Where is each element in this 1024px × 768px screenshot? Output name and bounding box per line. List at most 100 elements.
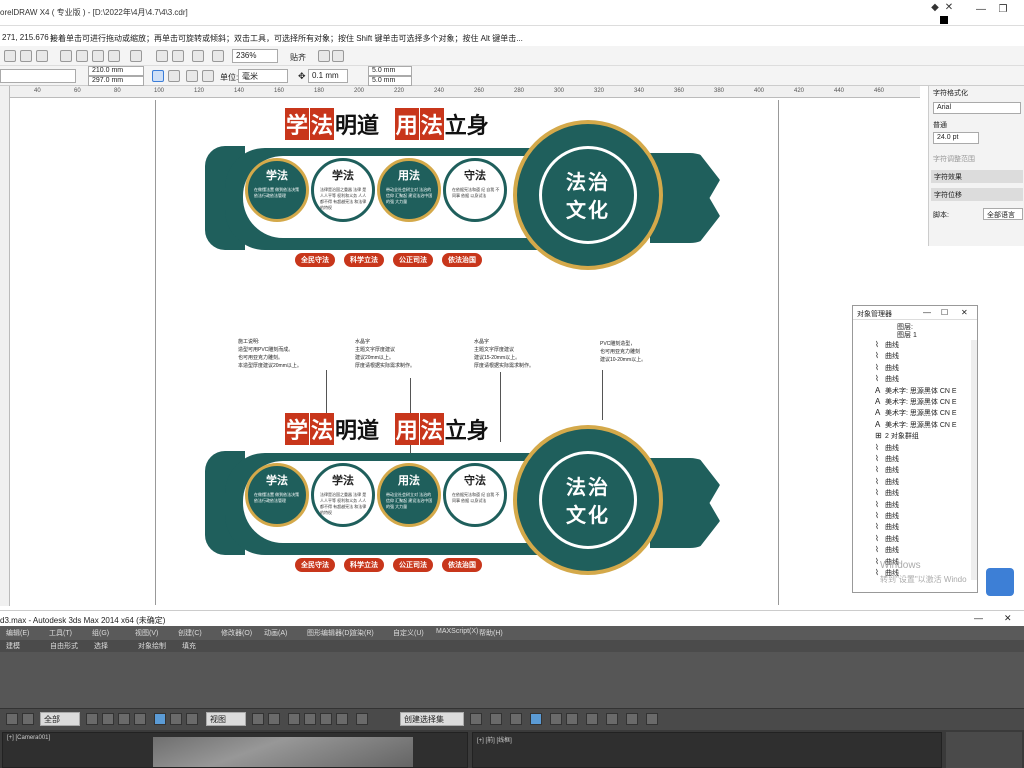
object-list-item[interactable]: ⌇ 曲线 xyxy=(875,500,899,510)
app-launcher-icon[interactable] xyxy=(192,50,204,62)
max-menu-item[interactable]: 编辑(E) xyxy=(6,628,29,638)
spinner-snap-icon[interactable] xyxy=(336,713,348,725)
scrollbar[interactable] xyxy=(971,340,977,580)
landscape-icon[interactable] xyxy=(168,70,180,82)
manipulate-icon[interactable] xyxy=(268,713,280,725)
max-menu-item[interactable]: 帮助(H) xyxy=(479,628,503,638)
viewport-camera[interactable]: [+] [Camera001] xyxy=(2,732,468,768)
bird-logo-icon[interactable] xyxy=(986,568,1014,596)
export-icon[interactable] xyxy=(172,50,184,62)
select-icon[interactable] xyxy=(86,713,98,725)
edit-named-sel-icon[interactable] xyxy=(356,713,368,725)
green-doc-icon[interactable] xyxy=(332,50,344,62)
schematic-icon[interactable] xyxy=(566,713,578,725)
object-list-item[interactable]: A 美术字: 思源黑体 CN E xyxy=(875,408,957,418)
region-icon[interactable] xyxy=(118,713,130,725)
style-label[interactable]: 普通 xyxy=(933,120,947,130)
object-list-item[interactable]: ⌇ 曲线 xyxy=(875,488,899,498)
minimize-icon[interactable]: — xyxy=(923,308,931,317)
import-icon[interactable] xyxy=(156,50,168,62)
copy-icon[interactable] xyxy=(76,50,88,62)
object-list-item[interactable]: ⌇ 曲线 xyxy=(875,454,899,464)
redo-icon[interactable] xyxy=(22,713,34,725)
max-menu-item[interactable]: 动画(A) xyxy=(264,628,287,638)
render-frame-icon[interactable] xyxy=(626,713,638,725)
max-ribbon-tab[interactable]: 建模 xyxy=(6,641,20,651)
render-icon[interactable] xyxy=(646,713,658,725)
vertical-ruler[interactable] xyxy=(0,86,10,606)
duplicate-x-field[interactable]: 5.0 mm xyxy=(368,66,412,76)
layer-1-label[interactable]: 图层 1 xyxy=(897,330,917,340)
max-ribbon-tab[interactable]: 自由形式 xyxy=(50,641,78,651)
mirror-icon[interactable] xyxy=(470,713,482,725)
viewport-front[interactable]: [+] [前] [线框] xyxy=(472,732,942,768)
minimize-button[interactable]: — xyxy=(974,4,988,18)
render-setup-icon[interactable] xyxy=(606,713,618,725)
fill-color-icon[interactable]: ◆ xyxy=(928,2,942,16)
move-icon[interactable] xyxy=(154,713,166,725)
nudge-field[interactable]: 0.1 mm xyxy=(308,69,348,83)
filter-select[interactable]: 全部 xyxy=(40,712,80,726)
banner-design-bottom[interactable]: 学法明道 用法立身 学法 在做懂法置 做到依法决策 依法行政依法管理 学法 法律… xyxy=(205,413,745,583)
welcome-icon[interactable] xyxy=(212,50,224,62)
object-list-item[interactable]: A 美术字: 思源黑体 CN E xyxy=(875,397,957,407)
outline-color-swatch[interactable] xyxy=(940,16,948,24)
scale-icon[interactable] xyxy=(186,713,198,725)
restore-button[interactable]: ❐ xyxy=(996,4,1010,18)
minimize-button[interactable]: — xyxy=(974,613,983,623)
unit-select[interactable]: 毫米 xyxy=(238,69,288,83)
all-pages-icon[interactable] xyxy=(186,70,198,82)
rotate-icon[interactable] xyxy=(170,713,182,725)
max-menu-item[interactable]: 视图(V) xyxy=(135,628,158,638)
object-list-item[interactable]: ⊞ 2 对象群组 xyxy=(875,431,919,441)
close-icon[interactable]: ✕ xyxy=(961,308,968,317)
cut-icon[interactable] xyxy=(60,50,72,62)
pivot-icon[interactable] xyxy=(252,713,264,725)
object-list-item[interactable]: ⌇ 曲线 xyxy=(875,443,899,453)
select-name-icon[interactable] xyxy=(102,713,114,725)
max-ribbon-tab[interactable]: 对象绘制 xyxy=(138,641,166,651)
object-list-item[interactable]: ⌇ 曲线 xyxy=(875,511,899,521)
paste-icon[interactable] xyxy=(92,50,104,62)
max-ribbon-tab[interactable]: 填充 xyxy=(182,641,196,651)
effects-section[interactable]: 字符效果 xyxy=(931,170,1023,183)
save-icon[interactable] xyxy=(36,50,48,62)
horizontal-ruler[interactable]: 40 60 80 100 120 140 160 180 200 220 240 260 280 300 3… xyxy=(10,86,920,98)
selection-set-select[interactable]: 创建选择集 xyxy=(400,712,464,726)
font-size-field[interactable]: 24.0 pt xyxy=(933,132,979,144)
banner-design-top[interactable]: 学法明道 用法立身 学法 在做懂法置 做到依法决策 依法行政依法管理 学法 法律… xyxy=(205,108,745,278)
page-height-field[interactable]: 297.0 mm xyxy=(88,76,144,86)
object-list-item[interactable]: ⌇ 曲线 xyxy=(875,374,899,384)
object-list-item[interactable]: ⌇ 曲线 xyxy=(875,340,899,350)
open-icon[interactable] xyxy=(20,50,32,62)
duplicate-y-field[interactable]: 5.0 mm xyxy=(368,76,412,86)
object-list-item[interactable]: A 美术字: 思源黑体 CN E xyxy=(875,386,957,396)
curve-editor-icon[interactable] xyxy=(550,713,562,725)
new-icon[interactable] xyxy=(4,50,16,62)
max-menu-item[interactable]: 渲染(R) xyxy=(350,628,374,638)
undo-icon[interactable] xyxy=(6,713,18,725)
shift-section[interactable]: 字符位移 xyxy=(931,188,1023,201)
material-editor-icon[interactable] xyxy=(586,713,598,725)
angle-snap-icon[interactable] xyxy=(304,713,316,725)
script-select[interactable]: 全部语言 xyxy=(983,208,1023,220)
window-crossing-icon[interactable] xyxy=(134,713,146,725)
max-menu-item[interactable]: 组(G) xyxy=(92,628,109,638)
object-list-item[interactable]: ⌇ 曲线 xyxy=(875,465,899,475)
paper-size-select[interactable] xyxy=(0,69,76,83)
object-list-item[interactable]: ⌇ 曲线 xyxy=(875,363,899,373)
redo-icon[interactable] xyxy=(130,50,142,62)
portrait-icon[interactable] xyxy=(152,70,164,82)
object-list-item[interactable]: ⌇ 曲线 xyxy=(875,477,899,487)
current-page-icon[interactable] xyxy=(202,70,214,82)
max-menu-item[interactable]: 修改器(O) xyxy=(221,628,252,638)
object-list-item[interactable]: ⌇ 曲线 xyxy=(875,545,899,555)
graphite-icon[interactable] xyxy=(530,713,542,725)
object-list-item[interactable]: ⌇ 曲线 xyxy=(875,534,899,544)
align-icon[interactable] xyxy=(490,713,502,725)
close-x-icon[interactable]: ✕ xyxy=(942,2,956,16)
max-menu-item[interactable]: 图形编辑器(D) xyxy=(307,628,352,638)
undo-icon[interactable] xyxy=(108,50,120,62)
close-button[interactable]: ✕ xyxy=(1004,613,1012,624)
font-select[interactable]: Arial xyxy=(933,102,1021,114)
